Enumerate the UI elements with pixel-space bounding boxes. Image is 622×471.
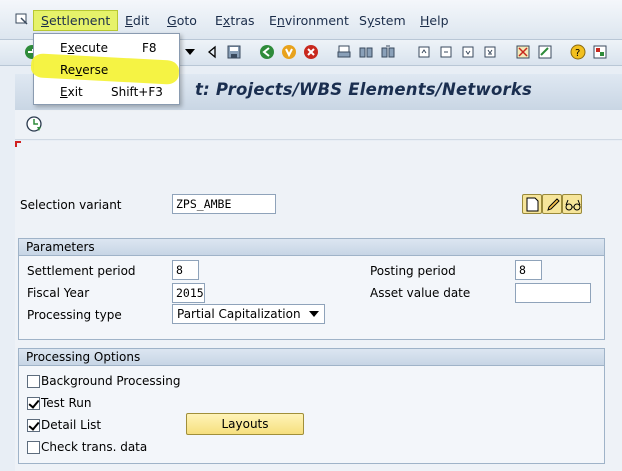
processing-options-header: Processing Options [19, 349, 604, 366]
focus-marker [15, 141, 21, 147]
menu-item-exit[interactable]: Exit Shift+F3 [34, 81, 179, 103]
save-icon[interactable] [226, 44, 242, 60]
settlement-dropdown-menu: Execute F8 Reverse Exit Shift+F3 [30, 33, 180, 105]
posting-period-input[interactable]: 8 [515, 260, 542, 280]
exit-accel: E [60, 85, 68, 99]
background-processing-label: Background Processing [41, 374, 181, 388]
shortcut-icon[interactable] [537, 44, 553, 60]
check-trans-data-label: Check trans. data [41, 440, 148, 454]
test-run-checkbox[interactable] [27, 397, 40, 410]
svg-text:?: ? [575, 48, 580, 59]
change-variant-button[interactable] [542, 194, 562, 214]
menu-system-pre: S [359, 13, 367, 28]
execute-rest: ecute [74, 41, 109, 55]
menu-settlement-accel: S [41, 13, 49, 28]
execute-shortcut: F8 [142, 41, 157, 55]
menu-help-rest: elp [429, 13, 449, 28]
menu-system-rest: stem [374, 13, 406, 28]
chevron-down-icon [309, 311, 319, 317]
last-page-icon[interactable] [482, 44, 498, 60]
first-page-icon[interactable] [416, 44, 432, 60]
processing-type-value: Partial Capitalization [177, 307, 301, 321]
menu-settlement-rest: ettlement [48, 13, 111, 28]
find-next-icon[interactable] [380, 44, 396, 60]
back-icon[interactable] [259, 44, 275, 60]
previous-page-icon[interactable] [438, 44, 454, 60]
menu-environment-rest: vironment [284, 13, 349, 28]
next-page-icon[interactable] [460, 44, 476, 60]
menu-environment[interactable]: Environment [269, 13, 349, 28]
menu-item-reverse[interactable]: Reverse [34, 59, 179, 81]
menu-environment-accel: n [276, 13, 285, 28]
command-field-dropdown-icon[interactable] [182, 44, 198, 60]
glasses-icon [565, 199, 581, 211]
menu-edit-accel: E [125, 13, 133, 28]
detail-list-checkbox[interactable] [27, 419, 40, 432]
background-processing-checkbox[interactable] [27, 375, 40, 388]
settlement-period-label: Settlement period [27, 264, 136, 278]
menu-settlement[interactable]: Settlement [33, 10, 119, 31]
fiscal-year-label: Fiscal Year [27, 286, 90, 300]
execute-pre: E [60, 41, 68, 55]
reverse-pre: Re [60, 63, 76, 77]
detail-list-label: Detail List [41, 418, 102, 432]
menu-environment-pre: E [269, 13, 277, 28]
menu-goto[interactable]: Goto [167, 13, 197, 28]
help-icon[interactable]: ? [570, 44, 586, 60]
exit-shortcut: Shift+F3 [111, 85, 163, 99]
menu-help[interactable]: Help [420, 13, 449, 28]
print-icon[interactable] [336, 44, 352, 60]
document-icon [526, 197, 539, 212]
display-variant-button[interactable] [562, 194, 582, 214]
execute-icon[interactable] [25, 115, 43, 133]
new-variant-button[interactable] [522, 194, 542, 214]
posting-period-label: Posting period [370, 264, 456, 278]
menu-extras[interactable]: Extras [215, 13, 255, 28]
check-trans-data-checkbox[interactable] [27, 441, 40, 454]
reverse-rest: erse [82, 63, 109, 77]
asset-value-date-label: Asset value date [370, 286, 471, 300]
layouts-button[interactable]: Layouts [186, 413, 304, 435]
parameters-header: Parameters [19, 239, 604, 256]
find-icon[interactable] [358, 44, 374, 60]
create-session-icon[interactable] [515, 44, 531, 60]
system-menu-icon[interactable] [15, 12, 29, 26]
back-triangle-icon[interactable] [204, 44, 220, 60]
selection-variant-input[interactable]: ZPS_AMBE [172, 194, 276, 214]
menu-goto-accel: G [167, 13, 177, 28]
menu-edit-rest: dit [132, 13, 150, 28]
selection-variant-label: Selection variant [20, 198, 122, 212]
processing-type-label: Processing type [27, 308, 122, 322]
asset-value-date-input[interactable] [515, 283, 591, 303]
menu-extras-pre: E [215, 13, 223, 28]
fiscal-year-input[interactable]: 2015 [172, 283, 205, 303]
customize-layout-icon[interactable] [592, 44, 608, 60]
exit-rest: xit [67, 85, 83, 99]
menu-edit[interactable]: Edit [125, 13, 149, 28]
menu-help-accel: H [420, 13, 430, 28]
pencil-icon [547, 198, 560, 211]
settlement-period-input[interactable]: 8 [172, 260, 199, 280]
exit-icon[interactable] [281, 44, 297, 60]
menu-extras-rest: tras [230, 13, 255, 28]
menu-item-execute[interactable]: Execute F8 [34, 37, 179, 59]
menu-goto-rest: oto [176, 13, 197, 28]
page-title: t: Projects/WBS Elements/Networks [195, 80, 533, 99]
test-run-label: Test Run [41, 396, 92, 410]
application-toolbar [15, 110, 622, 140]
processing-type-select[interactable]: Partial Capitalization [172, 304, 325, 324]
cancel-icon[interactable] [303, 44, 319, 60]
menu-system[interactable]: System [359, 13, 406, 28]
